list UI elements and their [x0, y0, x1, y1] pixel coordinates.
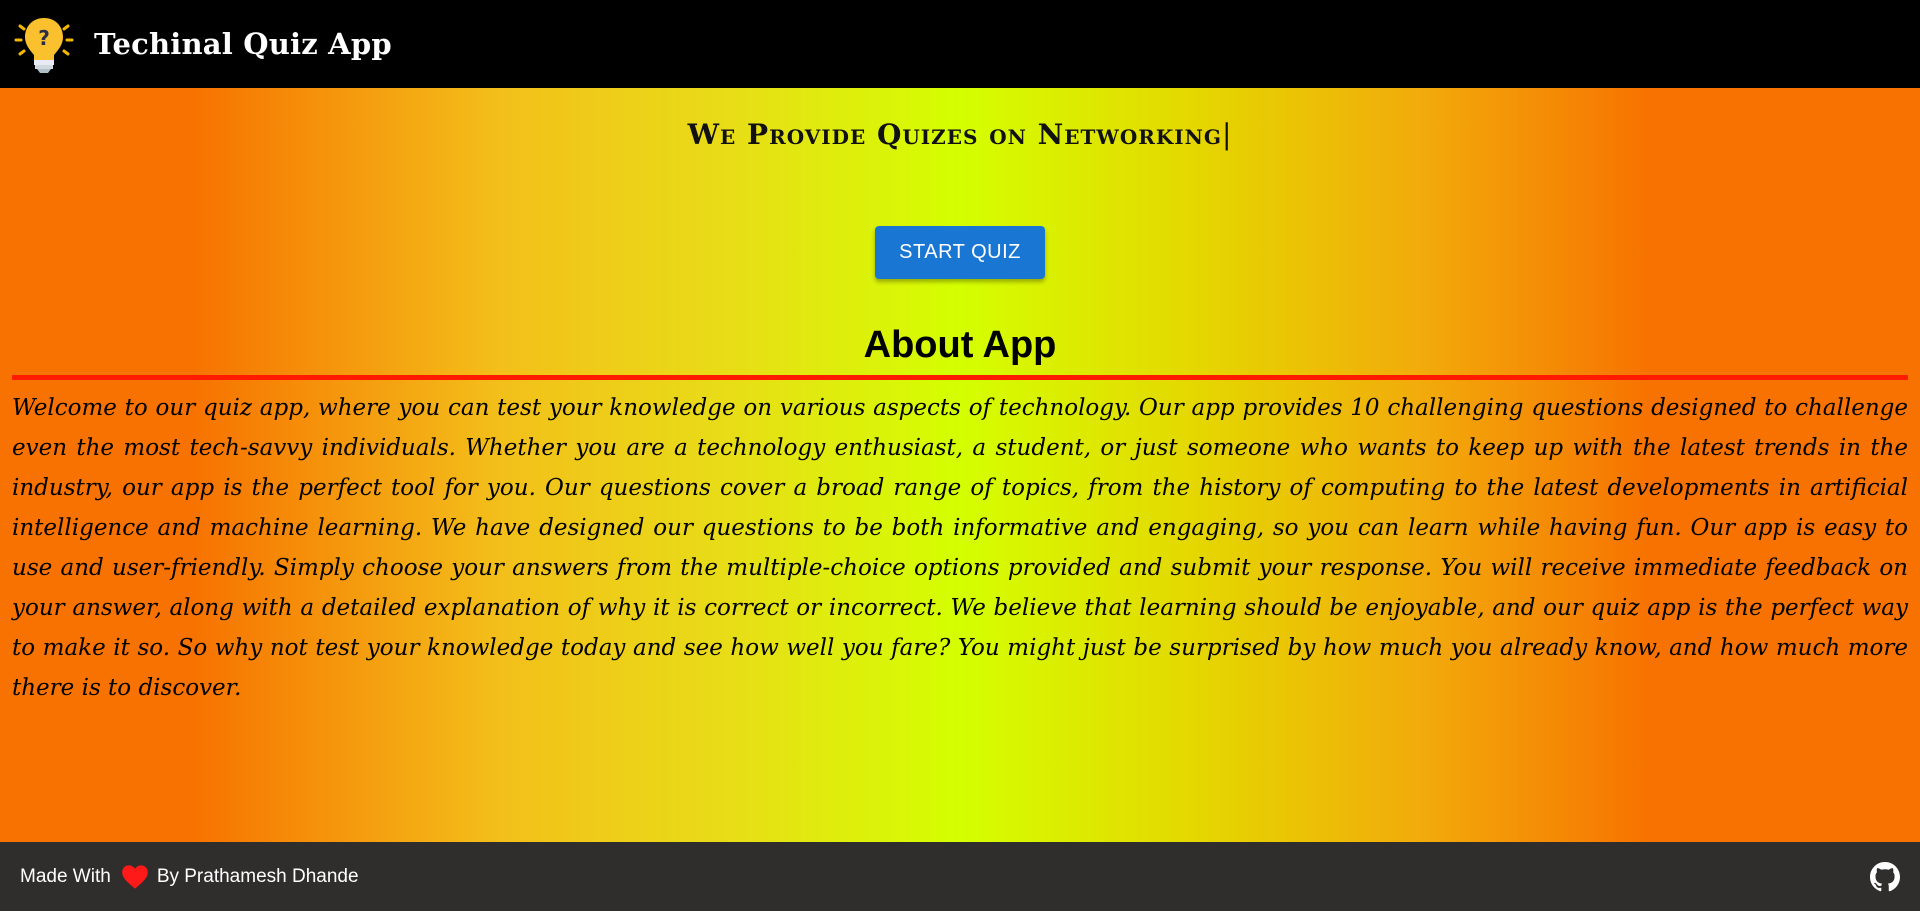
typing-cursor: | [1221, 118, 1233, 151]
svg-text:?: ? [38, 26, 50, 50]
made-with-label: Made With [20, 865, 111, 887]
heart-icon [121, 864, 148, 889]
app-title: Techinal Quiz App [94, 27, 392, 61]
about-text: Welcome to our quiz app, where you can t… [12, 395, 1908, 701]
headline: We Provide Quizes on Networking| [0, 118, 1920, 151]
footer: Made With By Prathamesh Dhande [0, 842, 1920, 911]
main-content: We Provide Quizes on Networking| START Q… [0, 88, 1920, 842]
about-divider [12, 375, 1908, 380]
about-title: About App [863, 324, 1057, 366]
github-icon[interactable] [1870, 861, 1900, 892]
lightbulb-question-icon[interactable]: ? [12, 12, 76, 76]
start-quiz-button[interactable]: START QUIZ [875, 226, 1045, 279]
author-label: By Prathamesh Dhande [156, 865, 359, 887]
navbar: ? Techinal Quiz App [0, 0, 1920, 88]
headline-text: We Provide Quizes on Networking [687, 118, 1222, 151]
